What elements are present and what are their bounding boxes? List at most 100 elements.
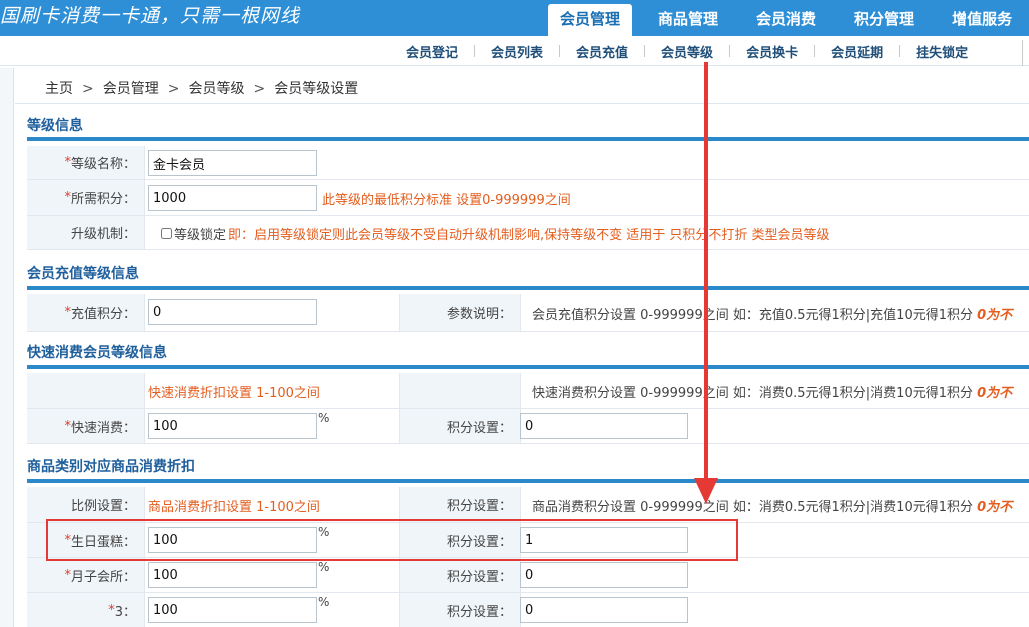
section-title-category-discount: 商品类别对应商品消费折扣 — [27, 459, 195, 475]
section-title-quick-consume: 快速消费会员等级信息 — [27, 345, 167, 361]
desc-emphasis: 0为不 — [977, 386, 1013, 401]
field-label: 比例设置： — [27, 487, 145, 522]
label-text: 积分设置： — [446, 420, 512, 436]
field-label: 积分设置： — [399, 558, 521, 592]
required-points-input[interactable] — [148, 185, 317, 211]
field-label: * 快速消费： — [27, 409, 145, 443]
main-tab-member-management[interactable]: 会员管理 — [548, 4, 633, 36]
category-points-input[interactable] — [520, 562, 688, 588]
quick-consume-discount-input[interactable] — [148, 413, 317, 439]
label-text: 等级名称： — [70, 157, 136, 172]
category-points-desc: 商品消费积分设置 0-999999之间 如：消费0.5元得1积分|消费10元得1… — [532, 496, 1012, 515]
section-divider — [27, 365, 1029, 369]
main-tab-member-consumption[interactable]: 会员消费 — [744, 4, 828, 36]
breadcrumb-current: 会员等级设置 — [274, 81, 359, 97]
desc-emphasis: 0为不 — [977, 500, 1013, 515]
field-label: * 月子会所： — [27, 558, 145, 592]
percent-sign: % — [318, 560, 330, 574]
breadcrumb-divider — [15, 103, 1029, 104]
form-row-required-points: *所需积分： 此等级的最低积分标准 设置0-999999之间 — [27, 180, 1029, 216]
form-row-recharge-points: *充值积分： 参数说明： 会员充值积分设置 0-999999之间 如：充值0.5… — [27, 294, 1029, 332]
section-divider — [27, 479, 1029, 483]
subnav-member-list[interactable]: 会员列表 — [475, 42, 559, 61]
subnav-loss-lock[interactable]: 挂失锁定 — [900, 42, 984, 61]
label-text: 快速消费： — [70, 420, 136, 436]
section-title-recharge-level: 会员充值等级信息 — [27, 266, 139, 282]
label-text: 等级锁定 — [174, 228, 227, 243]
field-label: * 所需积分： — [27, 180, 145, 215]
percent-sign: % — [318, 411, 330, 425]
main-tab-value-added-services[interactable]: 增值服务 — [940, 4, 1024, 36]
level-name-input[interactable] — [148, 150, 317, 176]
main-tab-points-management[interactable]: 积分管理 — [842, 4, 926, 36]
breadcrumb-separator: > — [167, 81, 180, 97]
ratio-hint: 商品消费折扣设置 1-100之间 — [148, 500, 320, 515]
field-label — [27, 373, 145, 408]
desc-text: 快速消费积分设置 0-999999之间 如：消费0.5元得1积分|消费10元得1… — [532, 386, 973, 401]
form-row-category-3: *3： % 积分设置： — [27, 593, 1029, 627]
breadcrumb: 主页 > 会员管理 > 会员等级 > 会员等级设置 — [45, 78, 358, 98]
field-label: 积分设置： — [399, 593, 521, 627]
section-divider — [27, 286, 1029, 290]
section-divider — [27, 137, 1029, 141]
label-text: 积分设置： — [446, 534, 512, 550]
label-text: 参数说明： — [446, 307, 512, 322]
form-row-quick-consume: *快速消费： % 积分设置： — [27, 409, 1029, 444]
form-row-upgrade-mechanism: 升级机制： 等级锁定 即：启用等级锁定则此会员等级不受自动升级机制影响,保持等级… — [27, 216, 1029, 250]
form-row-ratio-settings: 比例设置： 商品消费折扣设置 1-100之间 积分设置： 商品消费积分设置 0-… — [27, 487, 1029, 523]
subnav-member-extend[interactable]: 会员延期 — [815, 42, 899, 61]
level-lock-hint: 即：启用等级锁定则此会员等级不受自动升级机制影响,保持等级不变 适用于 只积分不… — [228, 228, 830, 243]
percent-sign: % — [318, 595, 330, 609]
label-text: 比例设置： — [70, 499, 136, 514]
breadcrumb-member-management[interactable]: 会员管理 — [103, 81, 159, 97]
quick-points-desc: 快速消费积分设置 0-999999之间 如：消费0.5元得1积分|消费10元得1… — [532, 382, 1012, 401]
field-label: 积分设置： — [399, 523, 521, 557]
recharge-points-input[interactable] — [148, 299, 317, 325]
subnav-card-replace[interactable]: 会员换卡 — [730, 42, 814, 61]
subnav-member-level[interactable]: 会员等级 — [645, 42, 729, 61]
form-row-category-maternity: *月子会所： % 积分设置： — [27, 558, 1029, 593]
field-label — [399, 373, 521, 408]
form-row-level-name: * 等级名称： — [27, 146, 1029, 180]
breadcrumb-member-level[interactable]: 会员等级 — [188, 81, 244, 97]
section-title-level-info: 等级信息 — [27, 118, 83, 134]
level-lock-checkbox[interactable]: 等级锁定 — [161, 224, 226, 243]
label-text: 充值积分： — [70, 307, 136, 322]
breadcrumb-separator: > — [82, 81, 94, 97]
recharge-param-desc: 会员充值积分设置 0-999999之间 如：充值0.5元得1积分|充值10元得1… — [532, 304, 1012, 323]
subnav-member-register[interactable]: 会员登记 — [390, 42, 474, 61]
main-nav: 会员管理 商品管理 会员消费 积分管理 增值服务 — [548, 4, 1029, 36]
field-label: * 充值积分： — [27, 294, 145, 331]
form-row-quick-consume-hints: 快速消费折扣设置 1-100之间 快速消费积分设置 0-999999之间 如：消… — [27, 373, 1029, 409]
desc-emphasis: 0为不 — [977, 308, 1013, 323]
field-label: * 3： — [27, 593, 145, 627]
points-hint: 此等级的最低积分标准 设置0-999999之间 — [322, 193, 571, 208]
main-tab-product-management[interactable]: 商品管理 — [646, 4, 730, 36]
field-label: 积分设置： — [399, 409, 521, 443]
desc-text: 商品消费积分设置 0-999999之间 如：消费0.5元得1积分|消费10元得1… — [532, 500, 973, 515]
top-header: 国刷卡消费一卡通，只需一根网线 会员管理 商品管理 会员消费 积分管理 增值服务 — [0, 0, 1029, 36]
main-content: 主页 > 会员管理 > 会员等级 > 会员等级设置 等级信息 *等级名称： *所需积分： 此… — [15, 68, 1029, 627]
field-label: 参数说明： — [399, 294, 521, 331]
breadcrumb-separator: > — [253, 81, 266, 97]
desc-text: 会员充值积分设置 0-999999之间 如：充值0.5元得1积分|充值10元得1… — [532, 308, 973, 323]
field-label: * 生日蛋糕： — [27, 523, 145, 557]
label-text: 月子会所： — [70, 569, 136, 585]
form-row-category-birthday-cake: *生日蛋糕： % 积分设置： — [27, 523, 1029, 558]
quick-discount-hint: 快速消费折扣设置 1-100之间 — [148, 386, 320, 401]
label-text: 升级机制： — [70, 227, 136, 242]
category-discount-input[interactable] — [148, 527, 317, 553]
label-text: 生日蛋糕： — [70, 534, 136, 550]
level-lock-check[interactable] — [161, 228, 172, 239]
label-text: 所需积分： — [70, 192, 136, 207]
subnav-member-recharge[interactable]: 会员充值 — [560, 42, 644, 61]
category-discount-input[interactable] — [148, 597, 317, 623]
subnav-divider — [1022, 40, 1023, 66]
breadcrumb-home[interactable]: 主页 — [45, 81, 73, 97]
sub-nav: 会员登记 会员列表 会员充值 会员等级 会员换卡 会员延期 挂失锁定 — [0, 36, 1029, 66]
category-points-input[interactable] — [520, 597, 688, 623]
category-points-input[interactable] — [520, 527, 688, 553]
category-discount-input[interactable] — [148, 562, 317, 588]
quick-consume-points-input[interactable] — [520, 413, 688, 439]
left-panel-edge — [0, 68, 14, 627]
